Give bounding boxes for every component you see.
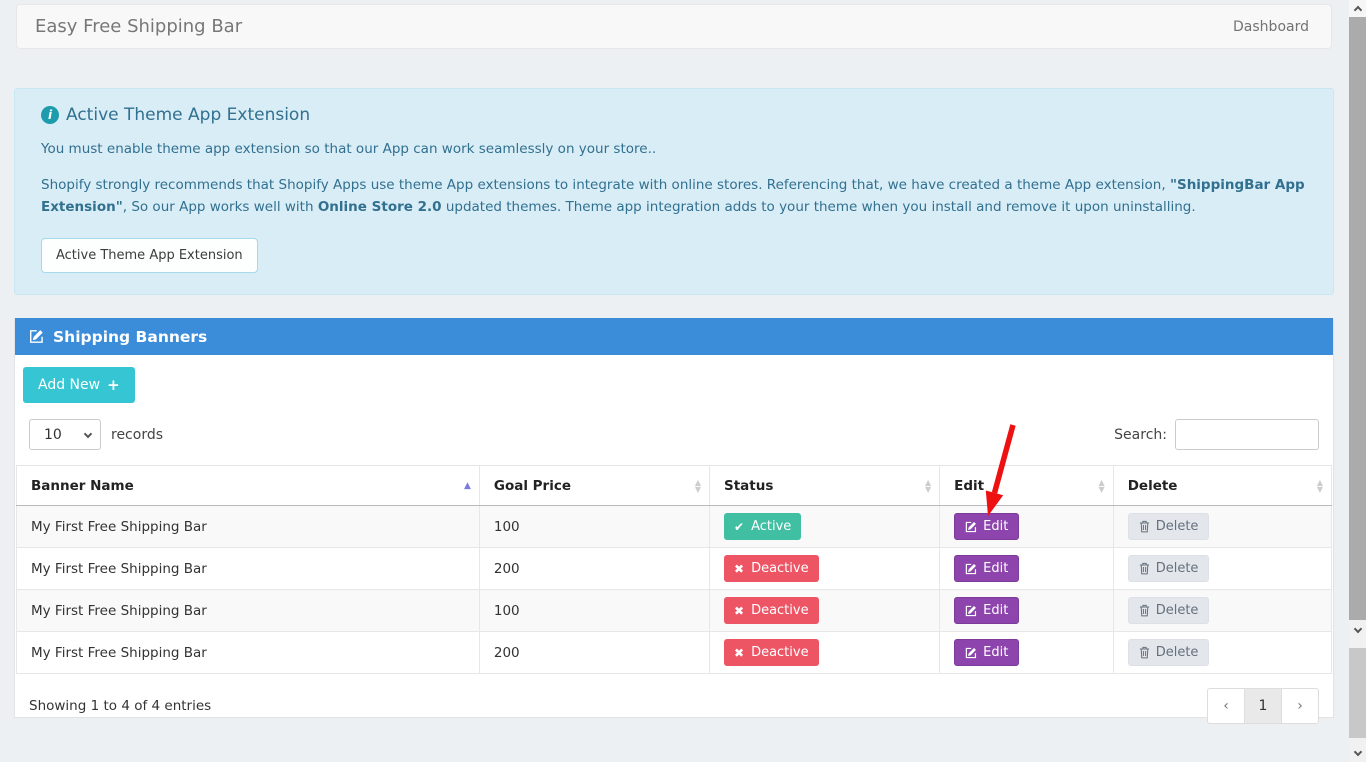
cross-icon: ✖: [734, 646, 744, 660]
sort-icons: ▲▼: [925, 479, 931, 493]
search-area: Search:: [1114, 419, 1319, 450]
goal-price-cell: 200: [479, 632, 709, 674]
theme-extension-info-panel: i Active Theme App Extension You must en…: [14, 88, 1334, 295]
info-paragraph: Shopify strongly recommends that Shopify…: [41, 175, 1307, 218]
records-label: records: [111, 427, 163, 443]
delete-button[interactable]: Delete: [1128, 639, 1210, 666]
delete-button[interactable]: Delete: [1128, 597, 1210, 624]
table-row: My First Free Shipping Bar 100 ✖Deactive…: [17, 590, 1332, 632]
info-panel-heading: i Active Theme App Extension: [41, 105, 1307, 125]
pagination-page-1[interactable]: 1: [1244, 688, 1282, 724]
info-icon: i: [41, 106, 59, 124]
scrollbar-down-arrow[interactable]: [1349, 622, 1366, 639]
active-theme-app-extension-button[interactable]: Active Theme App Extension: [41, 238, 258, 273]
delete-button[interactable]: Delete: [1128, 555, 1210, 582]
edit-square-icon: [29, 329, 44, 344]
pagination: ‹ 1 ›: [1207, 688, 1319, 724]
plus-icon: +: [107, 376, 120, 394]
page-title: Easy Free Shipping Bar: [35, 16, 242, 37]
shipping-banners-title: Shipping Banners: [53, 328, 207, 346]
table-row: My First Free Shipping Bar 100 ✔Active E…: [17, 506, 1332, 548]
search-label: Search:: [1114, 427, 1167, 443]
sort-icons: ▲▼: [1317, 479, 1323, 493]
status-badge: ✔Active: [724, 513, 801, 540]
cross-icon: ✖: [734, 604, 744, 618]
scrollbar-thumb[interactable]: [1349, 17, 1366, 620]
scrollbar[interactable]: [1349, 0, 1366, 762]
scrollbar-up-arrow[interactable]: [1349, 0, 1366, 17]
chevron-down-icon: [1353, 748, 1361, 756]
shipping-banners-panel: Shipping Banners Add New + 10 records Se…: [14, 318, 1334, 718]
column-header-delete[interactable]: Delete ▲▼: [1113, 466, 1331, 506]
dashboard-link[interactable]: Dashboard: [1233, 19, 1309, 35]
banner-name-cell: My First Free Shipping Bar: [17, 632, 480, 674]
sort-asc-icon: ▲: [464, 481, 471, 491]
banner-name-cell: My First Free Shipping Bar: [17, 590, 480, 632]
page-size-select-input[interactable]: 10: [30, 420, 100, 449]
showing-entries-text: Showing 1 to 4 of 4 entries: [29, 698, 211, 714]
status-badge: ✖Deactive: [724, 555, 819, 582]
banner-name-cell: My First Free Shipping Bar: [17, 548, 480, 590]
table-controls: 10 records Search:: [15, 419, 1333, 450]
table-footer: Showing 1 to 4 of 4 entries ‹ 1 ›: [15, 674, 1333, 724]
edit-button[interactable]: Edit: [954, 555, 1019, 582]
page: Easy Free Shipping Bar Dashboard i Activ…: [0, 0, 1366, 762]
sort-icons: ▲▼: [695, 479, 701, 493]
banners-table: Banner Name ▲ Goal Price ▲▼ Status ▲▼ Ed…: [16, 465, 1332, 674]
records-per-page: 10 records: [29, 419, 163, 450]
edit-button[interactable]: Edit: [954, 639, 1019, 666]
sort-icons: ▲▼: [1099, 479, 1105, 493]
cross-icon: ✖: [734, 562, 744, 576]
column-header-banner-name[interactable]: Banner Name ▲: [17, 466, 480, 506]
goal-price-cell: 200: [479, 548, 709, 590]
goal-price-cell: 100: [479, 506, 709, 548]
pagination-next-button[interactable]: ›: [1281, 688, 1319, 724]
edit-button[interactable]: Edit: [954, 513, 1019, 540]
delete-button[interactable]: Delete: [1128, 513, 1210, 540]
info-line1: You must enable theme app extension so t…: [41, 141, 1307, 157]
column-header-goal-price[interactable]: Goal Price ▲▼: [479, 466, 709, 506]
chevron-down-icon: [1353, 625, 1361, 633]
status-badge: ✖Deactive: [724, 639, 819, 666]
outer-scrollbar-thumb[interactable]: [1349, 648, 1366, 738]
column-header-status[interactable]: Status ▲▼: [710, 466, 940, 506]
shipping-banners-panel-header: Shipping Banners: [15, 318, 1333, 355]
info-panel-title: Active Theme App Extension: [66, 105, 310, 125]
goal-price-cell: 100: [479, 590, 709, 632]
banner-name-cell: My First Free Shipping Bar: [17, 506, 480, 548]
table-row: My First Free Shipping Bar 200 ✖Deactive…: [17, 548, 1332, 590]
add-new-button[interactable]: Add New +: [23, 367, 135, 403]
table-row: My First Free Shipping Bar 200 ✖Deactive…: [17, 632, 1332, 674]
search-input[interactable]: [1175, 419, 1319, 450]
table-header-row: Banner Name ▲ Goal Price ▲▼ Status ▲▼ Ed…: [17, 466, 1332, 506]
status-badge: ✖Deactive: [724, 597, 819, 624]
column-header-edit[interactable]: Edit ▲▼: [940, 466, 1114, 506]
outer-scrollbar-down-arrow[interactable]: [1349, 745, 1366, 762]
chevron-up-icon: [1353, 6, 1361, 14]
edit-button[interactable]: Edit: [954, 597, 1019, 624]
check-icon: ✔: [734, 520, 744, 534]
page-size-select[interactable]: 10: [29, 419, 101, 450]
pagination-prev-button[interactable]: ‹: [1207, 688, 1245, 724]
app-header: Easy Free Shipping Bar Dashboard: [16, 4, 1332, 49]
